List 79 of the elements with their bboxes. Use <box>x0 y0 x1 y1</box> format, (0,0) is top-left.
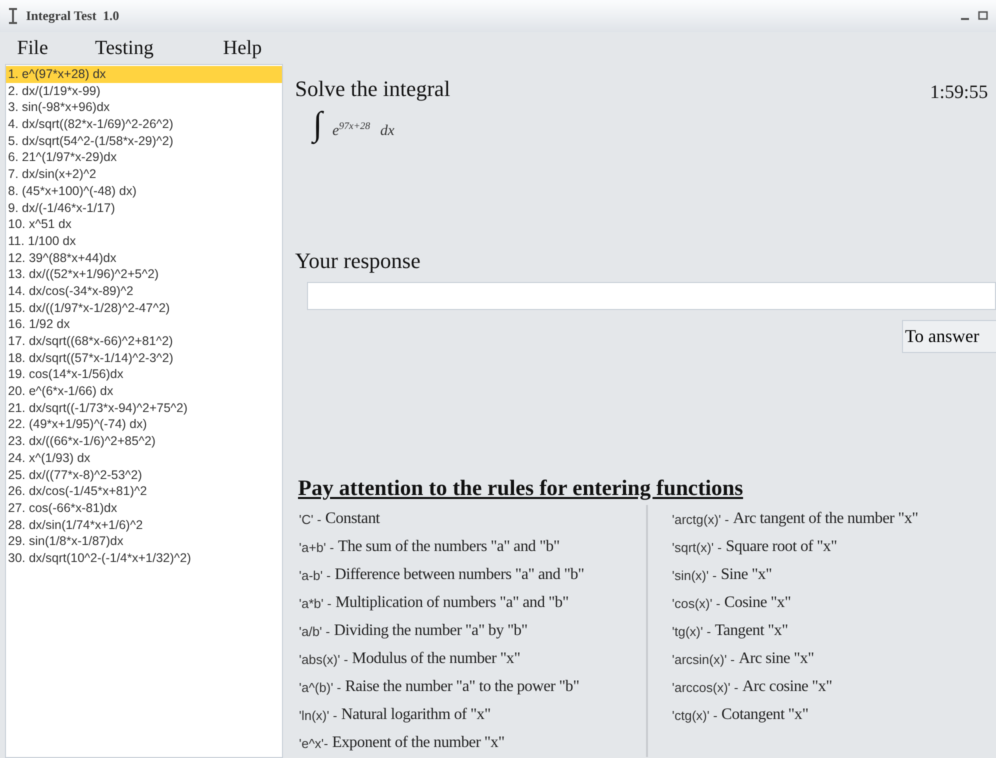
rule-description: Constant <box>325 510 380 528</box>
window-title: Integral Test 1.0 <box>26 8 120 24</box>
task-item[interactable]: 3. sin(-98*x+96)dx <box>6 99 282 116</box>
rule-description: Exponent of the number "x" <box>332 734 504 752</box>
app-icon <box>8 8 18 24</box>
rule-description: Square root of "x" <box>726 538 837 556</box>
rule-code: 'sqrt(x)' - <box>672 540 722 554</box>
task-item[interactable]: 5. dx/sqrt(54^2-(1/58*x-29)^2) <box>6 132 282 150</box>
menu-item[interactable]: Help <box>214 36 312 60</box>
rule-description: Cosine "x" <box>724 594 791 612</box>
rule-code: 'tg(x)' - <box>672 624 711 638</box>
task-item[interactable]: 20. e^(6*x-1/66) dx <box>6 383 282 400</box>
rule-code: 'ln(x)' - <box>299 708 338 722</box>
task-item[interactable]: 21. dx/sqrt((-1/73*x-94)^2+75^2) <box>6 400 282 416</box>
task-item[interactable]: 10. x^51 dx <box>6 216 282 233</box>
task-item[interactable]: 6. 21^(1/97*x-29)dx <box>6 149 282 166</box>
rule-code: 'C' - <box>299 512 322 526</box>
rule-description: Sine "x" <box>720 566 772 584</box>
task-item[interactable]: 23. dx/((66*x-1/6)^2+85^2) <box>6 433 282 450</box>
task-item[interactable]: 24. x^(1/93) dx <box>6 450 282 466</box>
integrand: e$^{97x+28}$ <box>332 121 370 140</box>
task-item[interactable]: 1. e^(97*x+28) dx <box>6 66 282 83</box>
rule-description: Dividing the number "a" by "b" <box>334 622 528 640</box>
rule-code: 'a/b' - <box>299 624 330 638</box>
rule-code: 'a-b' - <box>299 568 331 582</box>
task-item[interactable]: 4. dx/sqrt((82*x-1/69)^2-26^2) <box>6 116 282 133</box>
rule-description: Arc sine "x" <box>738 650 814 668</box>
task-item[interactable]: 26. dx/cos(-1/45*x+81)^2 <box>6 483 282 500</box>
rule-code: 'arccos(x)' - <box>672 680 738 694</box>
menu-item[interactable]: Testing <box>86 36 214 60</box>
task-item[interactable]: 28. dx/sin(1/74*x+1/6)^2 <box>6 516 282 534</box>
task-heading: Solve the integral <box>295 76 450 102</box>
rule-description: Cotangent "x" <box>721 706 808 724</box>
rule-code: 'sin(x)' - <box>672 568 717 582</box>
rule-description: Natural logarithm of "x" <box>341 706 491 724</box>
rule-description: Tangent "x" <box>714 622 788 640</box>
timer: 1:59:55 <box>930 82 988 104</box>
response-label: Your response <box>295 248 422 274</box>
differential: dx <box>380 123 394 140</box>
rule-code: 'cos(x)' - <box>672 596 720 610</box>
task-item[interactable]: 8. (45*x+100)^(-48) dx) <box>6 182 282 200</box>
answer-button[interactable]: To answer <box>902 320 996 353</box>
task-item[interactable]: 27. cos(-66*x-81)dx <box>6 500 282 517</box>
task-item[interactable]: 18. dx/sqrt((57*x-1/14)^2-3^2) <box>6 350 282 366</box>
rules-heading: Pay attention to the rules for entering functions <box>298 475 744 501</box>
task-item[interactable]: 29. sin(1/8*x-1/87)dx <box>6 533 282 550</box>
rule-code: 'a*b' - <box>299 596 332 610</box>
rule-code: 'e^x'- <box>299 736 328 750</box>
rule-code: 'a^(b)' - <box>299 680 342 694</box>
task-item[interactable]: 9. dx/(-1/46*x-1/17) <box>6 200 282 216</box>
task-item[interactable]: 7. dx/sin(x+2)^2 <box>6 166 282 183</box>
rule-description: Raise the number "a" to the power "b" <box>345 678 580 696</box>
task-item[interactable]: 12. 39^(88*x+44)dx <box>6 250 282 266</box>
task-item[interactable]: 25. dx/((77*x-8)^2-53^2) <box>6 466 282 484</box>
task-item[interactable]: 30. dx/sqrt(10^2-(-1/4*x+1/32)^2) <box>6 550 282 567</box>
task-item[interactable]: 13. dx/((52*x+1/96)^2+5^2) <box>6 266 282 283</box>
task-item[interactable]: 11. 1/100 dx <box>6 232 282 250</box>
rule-code: 'abs(x)' - <box>299 652 348 666</box>
answer-field[interactable] <box>307 282 996 310</box>
integral-sign: ∫ <box>313 106 322 144</box>
task-item[interactable]: 14. dx/cos(-34*x-89)^2 <box>6 282 282 300</box>
rule-description: Arc cosine "x" <box>742 678 832 696</box>
rule-description: Arc tangent of the number "x" <box>732 510 918 528</box>
task-item[interactable]: 22. (49*x+1/95)^(-74) dx) <box>6 416 282 434</box>
rule-description: Difference between numbers "a" and "b" <box>334 566 584 584</box>
rule-code: 'arcsin(x)' - <box>672 652 735 666</box>
task-item[interactable]: 16. 1/92 dx <box>6 316 282 333</box>
maximize-icon[interactable] <box>978 11 988 21</box>
task-item[interactable]: 17. dx/sqrt((68*x-66)^2+81^2) <box>6 333 282 350</box>
rule-description: The sum of the numbers "a" and "b" <box>338 538 560 556</box>
menu-item[interactable]: File <box>8 36 86 60</box>
rule-description: Modulus of the number "x" <box>352 650 520 668</box>
task-item[interactable]: 19. cos(14*x-1/56)dx <box>6 366 282 384</box>
rule-code: 'a+b' - <box>299 540 334 554</box>
task-item[interactable]: 2. dx/(1/19*x-99) <box>6 82 282 100</box>
rule-code: 'ctg(x)' - <box>672 708 718 722</box>
rule-code: 'arctg(x)' - <box>672 512 729 526</box>
task-item[interactable]: 15. dx/((1/97*x-1/28)^2-47^2) <box>6 300 282 316</box>
rule-description: Multiplication of numbers "a" and "b" <box>335 594 569 612</box>
